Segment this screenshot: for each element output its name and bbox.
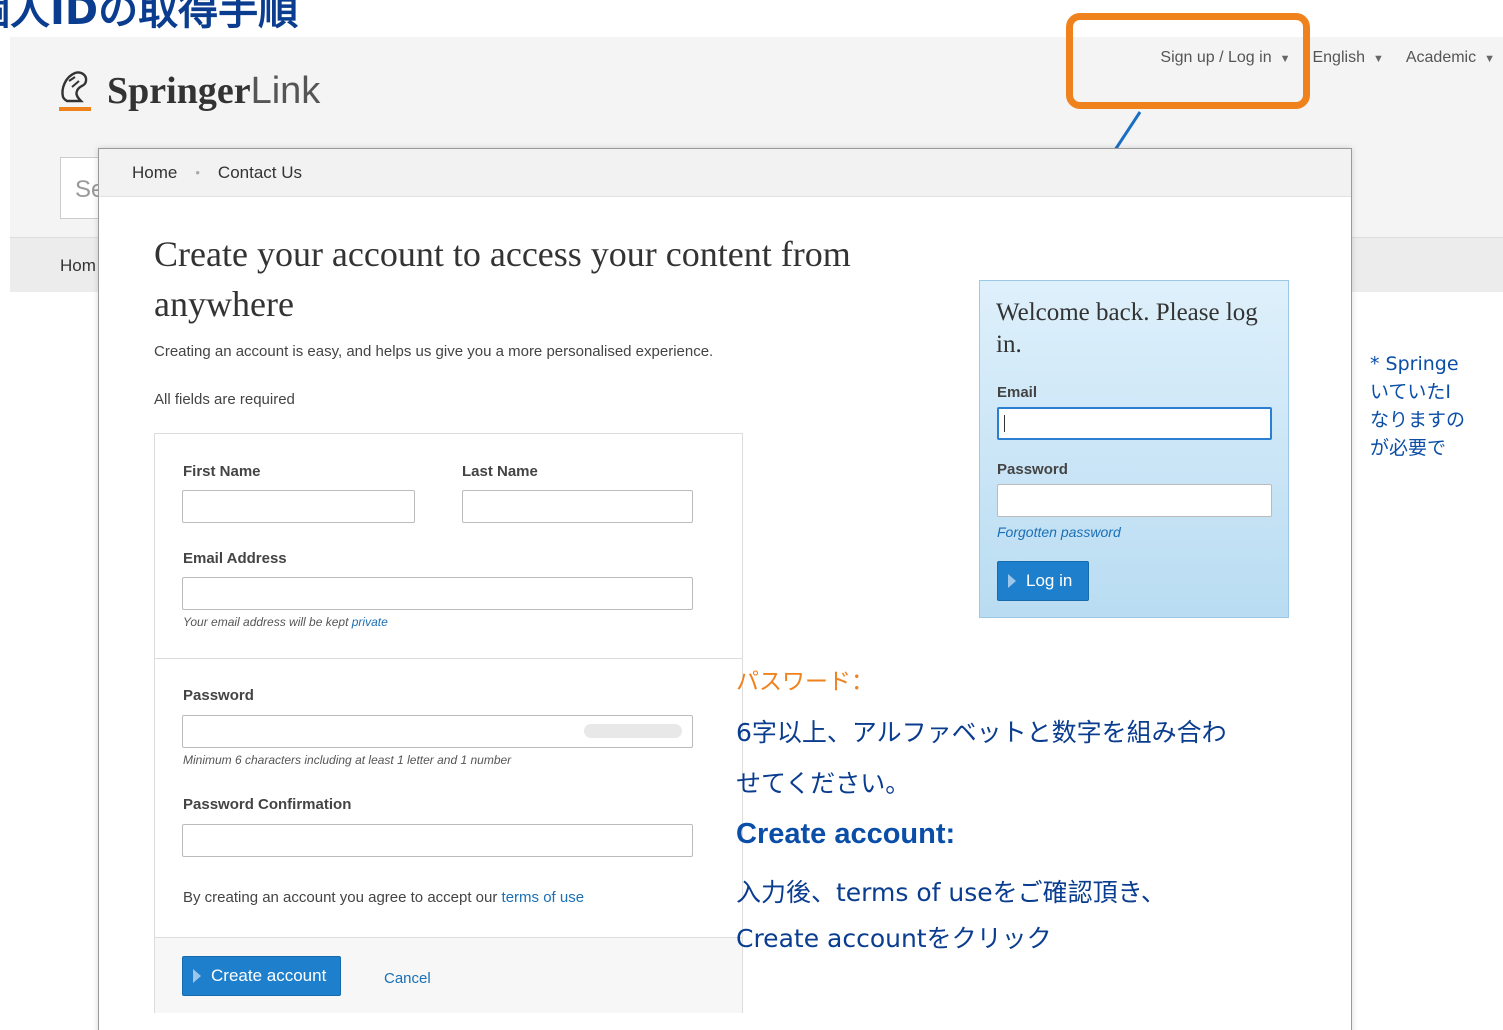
modal-contact-link[interactable]: Contact Us [218,163,302,182]
modal-home-link[interactable]: Home [132,163,177,182]
side-note-line4: が必要で [1370,437,1447,459]
password-annotation-line1: 6字以上、アルファベットと数字を組み合わ [736,718,1227,747]
login-password-field[interactable] [997,484,1272,517]
form-divider [155,658,742,659]
brand-bold-text: Springer [107,70,251,112]
text-cursor [1004,415,1005,432]
caret-down-icon: ▼ [1372,53,1384,65]
password-field[interactable] [182,715,693,748]
side-note-line2: いていたI [1370,381,1452,403]
email-hint: Your email address will be kept private [183,615,388,629]
brand-name: SpringerLink [107,69,320,113]
create-annotation-title: Create account: [736,818,956,850]
play-arrow-icon [193,969,201,983]
first-name-label: First Name [183,463,261,480]
create-account-label: Create account [211,966,327,985]
side-note-line1: * Springe [1370,353,1459,375]
signup-form: First Name Last Name Email Address Your … [154,433,743,1013]
intro-text: Creating an account is easy, and helps u… [154,343,714,360]
password-label: Password [183,687,254,704]
privacy-link[interactable]: private [352,615,388,629]
last-name-label: Last Name [462,463,538,480]
horse-logo-icon [59,71,91,111]
terms-prefix: By creating an account you agree to acce… [183,889,502,906]
password-strength-meter [584,724,682,738]
side-note-line3: なりますの [1370,409,1466,431]
login-email-label: Email [997,384,1038,401]
page-title: Create your account to access your conte… [154,234,851,324]
terms-of-use-link[interactable]: terms of use [502,889,585,906]
forgotten-password-link[interactable]: Forgotten password [997,524,1121,540]
first-name-field[interactable] [182,490,415,523]
create-annotation-line1: 入力後、terms of useをご確認頂き、 [736,878,1166,907]
play-arrow-icon [1008,574,1016,588]
email-field[interactable] [182,577,693,610]
nav-home-link[interactable]: Hom [60,256,96,276]
login-button-label: Log in [1026,571,1073,590]
create-account-button[interactable]: Create account [182,956,342,996]
password-confirmation-field[interactable] [182,824,693,857]
caret-down-icon: ▼ [1484,53,1495,65]
terms-text: By creating an account you agree to acce… [183,889,584,906]
slide-title: 個人IDの取得手順 [0,0,299,34]
springer-logo[interactable]: SpringerLink [55,67,320,115]
side-note: * Springe いていたI なりますの が必要で [1370,350,1503,462]
account-type-label: Academic [1405,49,1477,66]
password-confirmation-label: Password Confirmation [183,796,352,813]
login-panel: Welcome back. Please log in. Email Passw… [979,280,1289,618]
cancel-link[interactable]: Cancel [384,970,431,987]
login-email-field[interactable] [997,407,1272,440]
last-name-field[interactable] [462,490,693,523]
language-menu[interactable]: English ▼ [1312,49,1383,67]
login-title: Welcome back. Please log in. [996,299,1258,358]
account-type-menu[interactable]: Academic ▼ [1406,49,1495,67]
form-footer: Create account Cancel [155,937,742,1013]
email-hint-text: Your email address will be kept [183,615,352,629]
email-label: Email Address [183,550,287,567]
language-label: English [1312,49,1365,66]
brand-light-text: Link [250,70,321,112]
password-annotation-title: パスワード： [736,669,874,695]
login-button[interactable]: Log in [997,561,1090,601]
login-password-label: Password [997,461,1068,478]
password-annotation-line2: せてください。 [736,769,911,798]
modal-breadcrumb: Home • Contact Us [99,149,1351,197]
separator-dot: • [195,165,200,180]
password-hint: Minimum 6 characters including at least … [183,753,512,767]
required-note: All fields are required [154,391,295,408]
highlight-box [1066,13,1310,109]
create-annotation-line2: Create accountをクリック [736,924,1052,953]
